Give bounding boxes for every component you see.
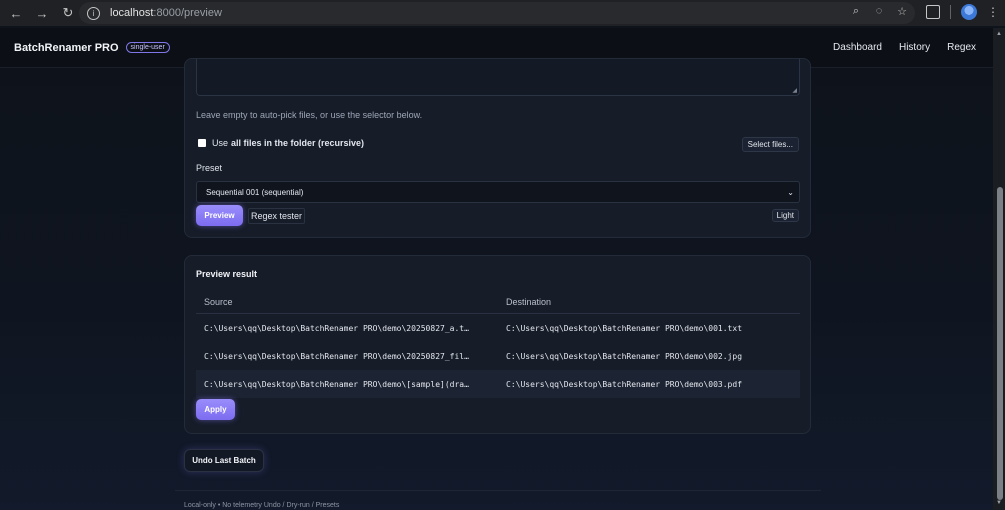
preview-button[interactable]: Preview (196, 205, 243, 226)
profile-avatar[interactable] (961, 4, 977, 20)
nav-regex[interactable]: Regex (947, 42, 976, 53)
main-content: ◢ Leave empty to auto-pick files, or use… (0, 58, 993, 510)
preset-selected-value: Sequential 001 (sequential) (206, 187, 304, 197)
url-text[interactable]: localhost:8000/preview (110, 7, 222, 19)
regex-tester-link[interactable]: Regex tester (248, 208, 306, 224)
rename-form-card: ◢ Leave empty to auto-pick files, or use… (184, 58, 811, 238)
scrollbar-thumb[interactable] (997, 187, 1003, 500)
table-row: C:\Users\qq\Desktop\BatchRenamer PRO\dem… (196, 370, 800, 398)
preview-title: Preview result (196, 269, 258, 279)
table-row: C:\Users\qq\Desktop\BatchRenamer PRO\dem… (196, 314, 800, 342)
reload-icon[interactable]: ↻ (56, 1, 80, 25)
source-cell: C:\Users\qq\Desktop\BatchRenamer PRO\dem… (204, 323, 469, 333)
top-nav: Dashboard History Regex (833, 42, 976, 53)
source-cell: C:\Users\qq\Desktop\BatchRenamer PRO\dem… (204, 379, 469, 389)
scroll-up-icon[interactable]: ▲ (996, 31, 1002, 37)
extensions-icon[interactable] (926, 5, 940, 19)
forward-icon[interactable]: → (30, 1, 54, 25)
zoom-icon[interactable]: ⌕ (849, 5, 863, 18)
destination-cell: C:\Users\qq\Desktop\BatchRenamer PRO\dem… (506, 379, 743, 389)
nav-dashboard[interactable]: Dashboard (833, 42, 882, 53)
menu-icon[interactable]: ⋮ (987, 5, 999, 19)
address-bar[interactable]: i localhost:8000/preview ⌕ ◌ ☆ (79, 2, 915, 24)
eye-off-icon[interactable]: ◌ (872, 5, 886, 18)
theme-toggle-button[interactable]: Light (771, 209, 799, 222)
preset-label: Preset (196, 163, 223, 173)
mode-badge: single-user (125, 42, 170, 53)
brand-title: BatchRenamer PRO (14, 41, 119, 54)
destination-cell: C:\Users\qq\Desktop\BatchRenamer PRO\dem… (506, 323, 743, 333)
recursive-checkbox[interactable] (198, 139, 206, 147)
recursive-option: Use all files in the folder (recursive) (198, 138, 364, 148)
toolbar-divider (950, 5, 951, 19)
scroll-down-icon[interactable]: ▼ (996, 500, 1002, 506)
footer-text: Local-only • No telemetry Undo / Dry-run… (184, 502, 340, 509)
undo-last-batch-button[interactable]: Undo Last Batch (184, 449, 264, 472)
resize-handle-icon[interactable]: ◢ (792, 87, 797, 94)
textarea-hint: Leave empty to auto-pick files, or use t… (196, 110, 423, 120)
checkbox-label-bold: all files in the folder (recursive) (231, 138, 365, 148)
select-files-button[interactable]: Select files... (741, 137, 799, 152)
back-icon[interactable]: ← (4, 1, 28, 25)
source-cell: C:\Users\qq\Desktop\BatchRenamer PRO\dem… (204, 351, 469, 361)
destination-cell: C:\Users\qq\Desktop\BatchRenamer PRO\dem… (506, 351, 743, 361)
star-icon[interactable]: ☆ (895, 5, 909, 18)
site-info-icon[interactable]: i (87, 6, 100, 20)
column-header-destination: Destination (506, 296, 552, 307)
file-list-textarea[interactable]: ◢ (196, 59, 800, 96)
table-header: Source Destination (196, 290, 800, 314)
column-header-source: Source (204, 296, 233, 307)
preview-result-card: Preview result Source Destination C:\Use… (184, 255, 811, 434)
footer-divider (175, 490, 821, 491)
preset-select[interactable]: Sequential 001 (sequential) ⌄ (196, 181, 800, 203)
table-row: C:\Users\qq\Desktop\BatchRenamer PRO\dem… (196, 342, 800, 370)
browser-toolbar: ← → ↻ i localhost:8000/preview ⌕ ◌ ☆ ⋮ (0, 0, 1005, 26)
nav-history[interactable]: History (899, 42, 930, 53)
preview-table: Source Destination C:\Users\qq\Desktop\B… (196, 290, 800, 398)
chevron-down-icon: ⌄ (787, 187, 794, 197)
checkbox-label-prefix: Use (212, 138, 229, 148)
apply-button[interactable]: Apply (196, 399, 235, 420)
